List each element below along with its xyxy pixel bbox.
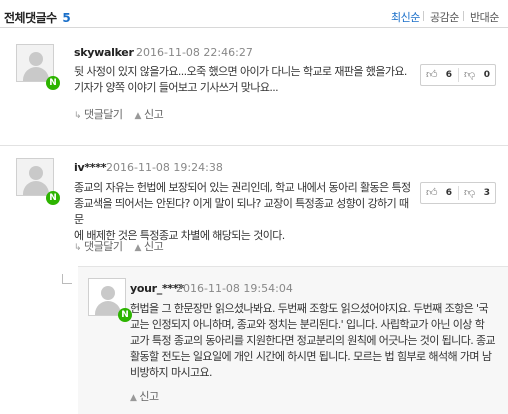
like-count: 6 <box>445 70 452 80</box>
sort-dislikes-tab[interactable]: 반대순 <box>470 9 499 25</box>
comment-date: 2016-11-08 22:46:27 <box>136 46 253 59</box>
reply-text-line: 활동할 전도는 일요일에 개인 시간에 하시면 됩니다. 모르는 법 힘부로 해… <box>130 350 492 363</box>
reply-text-line: 헌법을 그 한문장만 읽으셨나봐요. 두번째 조항도 읽으셨어야지요. 두번째 … <box>130 302 489 315</box>
thumb-down-icon: 👎︎ <box>464 186 476 199</box>
report-label: 신고 <box>143 108 164 121</box>
comment-text-line: 기자가 양쪽 이야기 들어보고 기사쓰거 맞나요... <box>74 81 279 94</box>
comment-count-title: 전체댓글수 5 <box>4 9 71 26</box>
naver-badge-icon: N <box>46 191 60 205</box>
comment-divider <box>0 145 508 146</box>
dislike-count: 0 <box>483 70 490 80</box>
reply-item: N your_**** 2016-11-08 19:54:04 헌법을 그 한문… <box>78 266 508 414</box>
report-label: 신고 <box>143 240 164 253</box>
report-label: 신고 <box>139 390 159 403</box>
thumb-down-icon: 👎︎ <box>464 68 476 81</box>
comments-header: 전체댓글수 5 최신순 공감순 반대순 <box>0 0 508 28</box>
comment-text: 뒷 사정이 있지 않을가요...오죽 했으면 아이가 다니는 학교로 재판을 했… <box>74 64 414 96</box>
sort-divider <box>463 11 464 21</box>
dislike-count: 3 <box>483 188 490 198</box>
avatar-body-shape <box>23 181 49 195</box>
report-button[interactable]: ▲ 신고 <box>130 390 159 403</box>
avatar[interactable] <box>16 158 54 196</box>
reply-text: 헌법을 그 한문장만 읽으셨나봐요. 두번째 조항도 읽으셨어야지요. 두번째 … <box>130 301 502 381</box>
report-button[interactable]: ▲ 신고 <box>135 240 164 253</box>
comment-text-line: 종교색을 띄어서는 안된다? 이게 말이 되나? 교장이 특정종교 성향이 강하… <box>74 197 409 226</box>
vote-box: 👍︎ 6 👎︎ 3 <box>420 182 496 204</box>
avatar-head-shape <box>29 166 43 180</box>
vote-box: 👍︎ 6 👎︎ 0 <box>420 64 496 86</box>
reply-text-line: 비방하지 마시고요. <box>130 366 213 379</box>
reply-text-line: 교가 특정 종교의 동아리를 지원한다면 정교분리의 원칙에 어긋나는 것이 됩… <box>130 334 496 347</box>
thumb-up-icon: 👍︎ <box>426 186 438 199</box>
comment-count-label: 전체댓글수 <box>4 11 57 25</box>
reply-actions: ▲ 신고 <box>130 388 159 404</box>
reply-date: 2016-11-08 19:54:04 <box>176 282 293 295</box>
report-button[interactable]: ▲ 신고 <box>135 108 164 121</box>
reply-label: 댓글달기 <box>84 240 123 253</box>
comment-text: 종교의 자유는 헌법에 보장되어 있는 권리인데, 학교 내에서 동아리 활동은… <box>74 180 414 244</box>
like-button[interactable]: 👍︎ 6 <box>421 65 458 85</box>
siren-icon: ▲ <box>130 393 137 403</box>
naver-badge-icon: N <box>46 76 60 90</box>
thumb-up-icon: 👍︎ <box>426 68 438 81</box>
comment-author[interactable]: iv**** <box>74 161 106 174</box>
reply-text-line: 교는 인정되지 아니하며, 종교와 정치는 분리된다.' 입니다. 사립학교가 … <box>130 318 485 331</box>
comment-text-line: 종교의 자유는 헌법에 보장되어 있는 권리인데, 학교 내에서 동아리 활동은… <box>74 181 411 194</box>
comment-actions: ↳ 댓글달기 ▲ 신고 <box>74 106 164 122</box>
siren-icon: ▲ <box>134 111 142 121</box>
dislike-button[interactable]: 👎︎ 3 <box>459 183 496 203</box>
comment-date: 2016-11-08 19:24:38 <box>106 161 223 174</box>
avatar-head-shape <box>101 286 115 300</box>
reply-label: 댓글달기 <box>84 108 123 121</box>
reply-button[interactable]: ↳ 댓글달기 <box>74 240 123 253</box>
avatar-body-shape <box>23 67 49 81</box>
reply-indicator-icon <box>62 274 72 284</box>
dislike-button[interactable]: 👎︎ 0 <box>459 65 496 85</box>
like-count: 6 <box>445 188 452 198</box>
reply-arrow-icon: ↳ <box>74 111 82 121</box>
sort-likes-tab[interactable]: 공감순 <box>430 9 459 25</box>
like-button[interactable]: 👍︎ 6 <box>421 183 458 203</box>
reply-arrow-icon: ↳ <box>74 243 82 253</box>
comment-text-line: 뒷 사정이 있지 않을가요...오죽 했으면 아이가 다니는 학교로 재판을 했… <box>74 65 407 78</box>
reply-button[interactable]: ↳ 댓글달기 <box>74 108 123 121</box>
comment-count-value: 5 <box>62 11 71 25</box>
comment-author[interactable]: skywalker <box>74 46 134 59</box>
sort-divider <box>423 11 424 21</box>
avatar-head-shape <box>29 52 43 66</box>
sort-latest-tab[interactable]: 최신순 <box>391 9 420 25</box>
comment-actions: ↳ 댓글달기 ▲ 신고 <box>74 238 164 254</box>
siren-icon: ▲ <box>134 243 142 253</box>
